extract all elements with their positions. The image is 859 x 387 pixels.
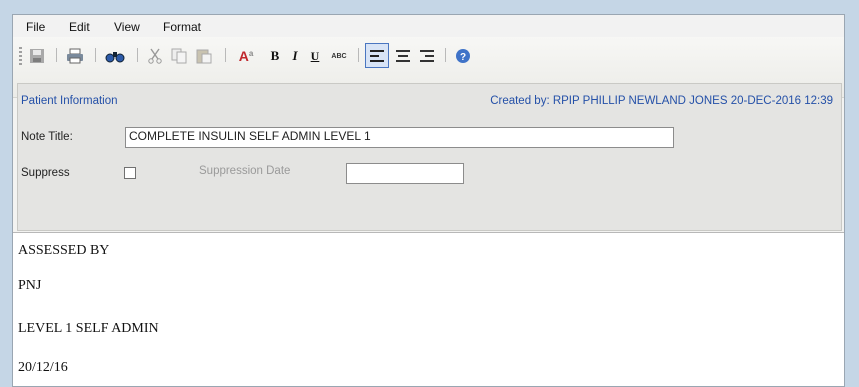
suppress-checkbox[interactable] [124,167,136,179]
toolbar-separator [445,48,446,62]
toolbar-separator [137,48,138,62]
toolbar-separator [358,48,359,62]
svg-text:?: ? [460,52,466,63]
spellcheck-glyph: ABC [331,52,347,60]
note-line: ASSESSED BY [18,243,110,258]
note-editor-window: File Edit View Format Aa B I U ABC ? Pat… [12,14,845,387]
align-center-icon[interactable] [393,45,413,67]
underline-icon[interactable]: U [306,45,324,67]
help-icon[interactable]: ? [453,45,473,67]
menu-edit[interactable]: Edit [69,20,90,34]
note-title-label: Note Title: [21,131,73,143]
note-body-editor[interactable]: ASSESSED BY PNJ LEVEL 1 SELF ADMIN 20/12… [13,232,844,386]
font-color-glyph: A [238,48,249,64]
font-color-icon[interactable]: Aa [234,45,258,67]
suppression-date-label: Suppression Date [199,165,291,177]
cut-icon[interactable] [145,45,165,67]
bold-glyph: B [270,48,280,63]
menu-format[interactable]: Format [163,20,201,34]
align-left-icon[interactable] [365,43,389,68]
suppression-date-input[interactable] [346,163,464,184]
toolbar-separator [95,48,96,62]
underline-glyph: U [310,48,320,63]
copy-icon[interactable] [169,45,189,67]
note-title-input[interactable]: COMPLETE INSULIN SELF ADMIN LEVEL 1 [125,127,674,148]
find-icon[interactable] [103,45,127,67]
bold-icon[interactable]: B [266,45,284,67]
menu-bar: File Edit View Format [13,15,844,37]
italic-glyph: I [292,48,298,63]
save-icon[interactable] [27,45,47,67]
note-line: PNJ [18,278,42,293]
patient-information-heading: Patient Information [21,95,118,107]
spellcheck-icon[interactable]: ABC [327,45,351,67]
toolbar-separator [225,48,226,62]
suppress-label: Suppress [21,167,70,179]
italic-icon[interactable]: I [286,45,304,67]
created-by-text: Created by: RPIP PHILLIP NEWLAND JONES 2… [490,95,833,107]
patient-information-panel: Patient Information Created by: RPIP PHI… [17,83,842,231]
toolbar-grip[interactable] [19,47,22,65]
menu-file[interactable]: File [26,20,45,34]
menu-view[interactable]: View [114,20,140,34]
note-line: LEVEL 1 SELF ADMIN [18,321,159,336]
toolbar-separator [56,48,57,62]
print-icon[interactable] [64,45,86,67]
align-right-icon[interactable] [417,45,437,67]
note-line: 20/12/16 [18,360,68,375]
paste-icon[interactable] [193,45,215,67]
